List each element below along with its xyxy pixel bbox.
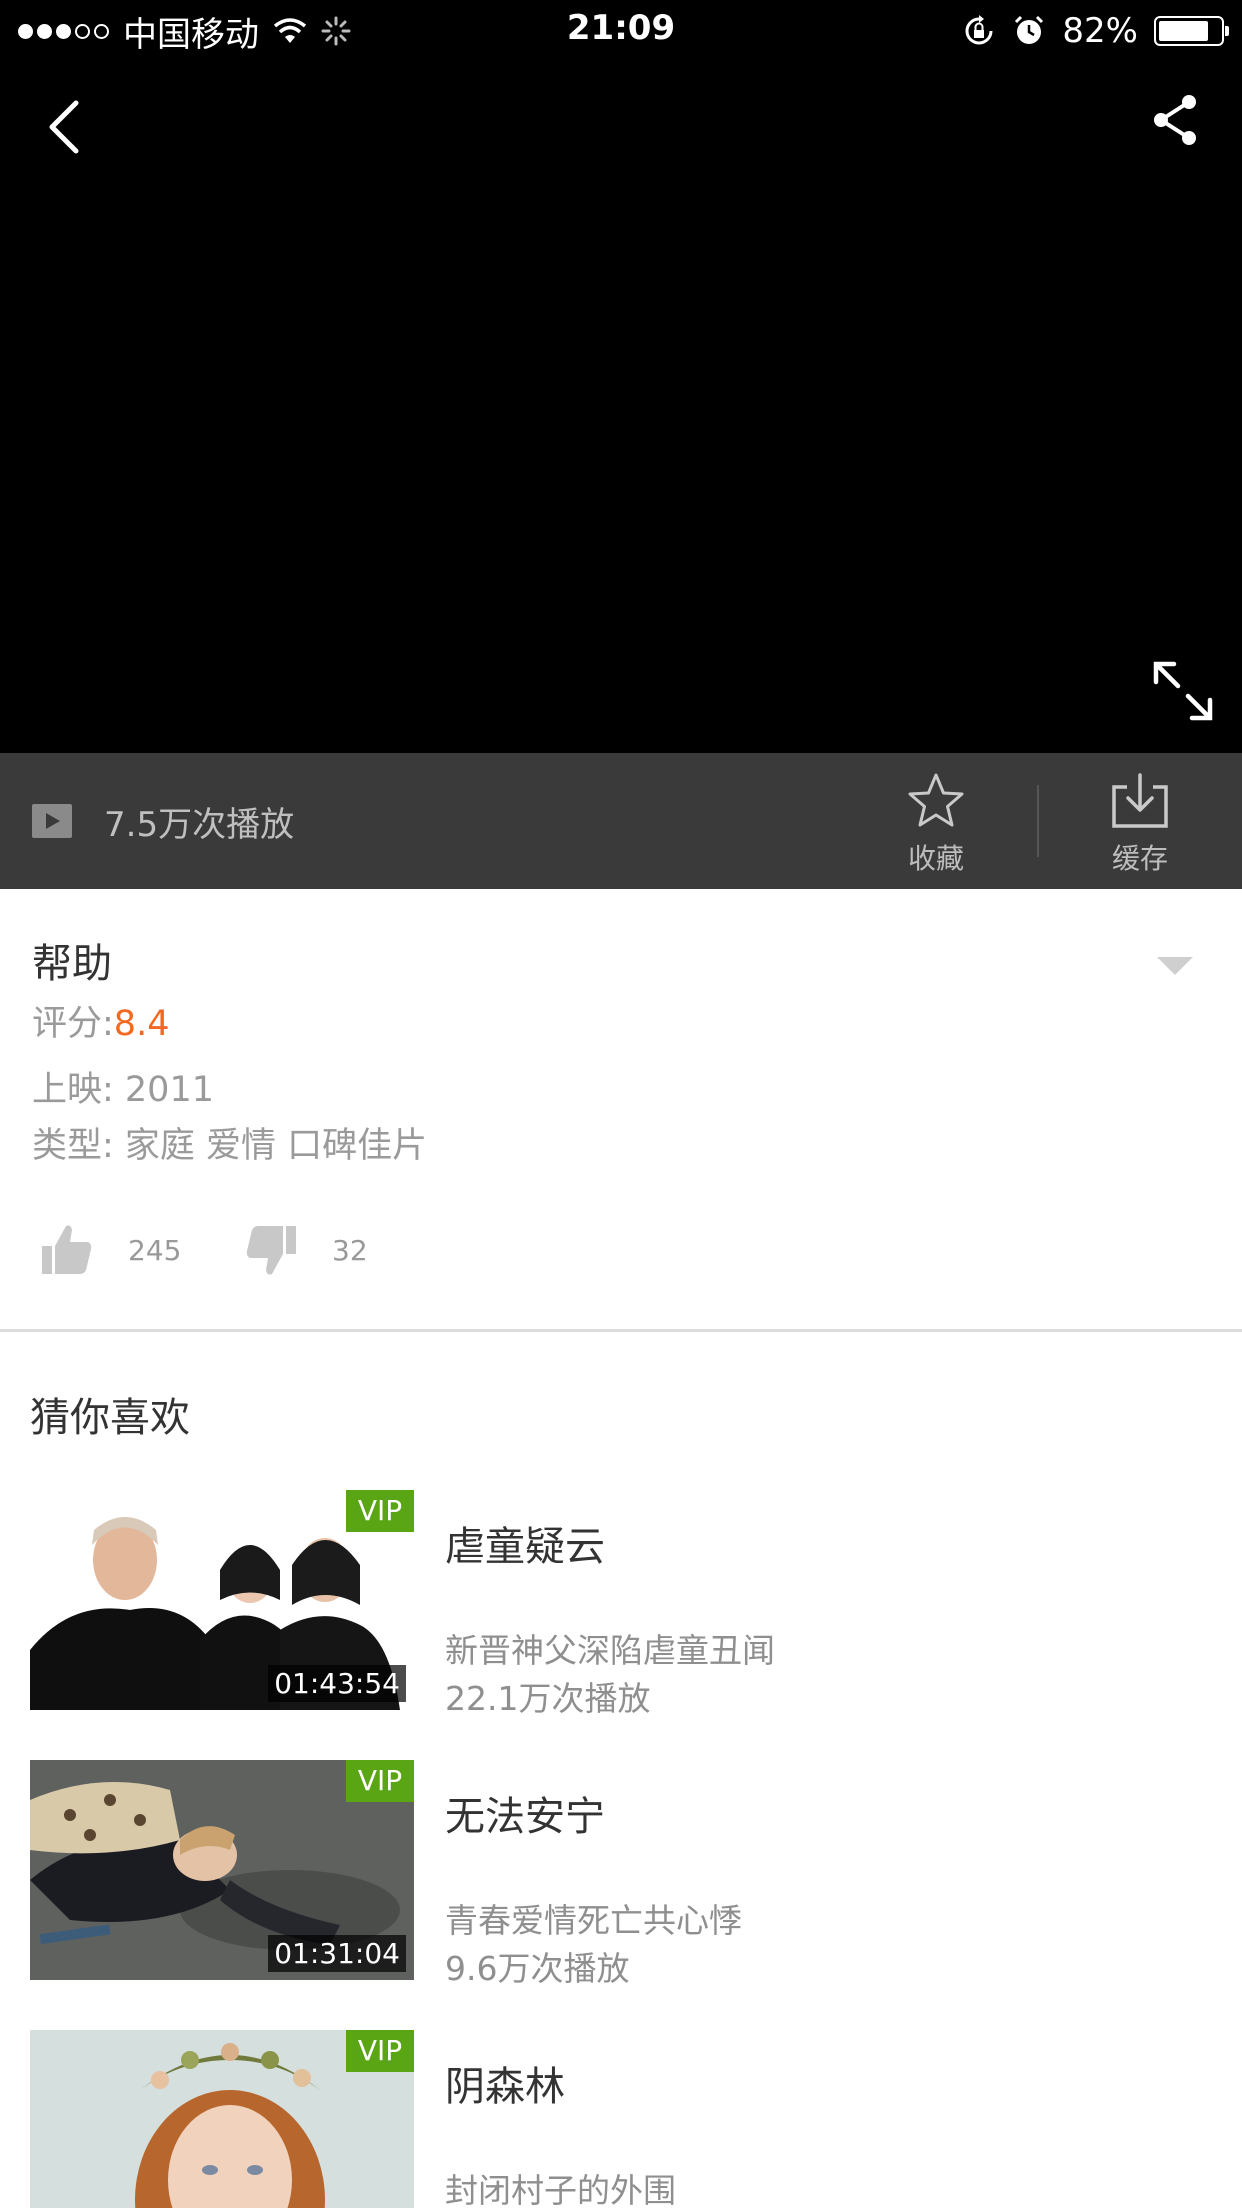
status-bar: 中国移动 21:09 82% [0,0,1242,62]
recommendation-item[interactable]: VIP 01:31:04 无法安宁 青春爱情死亡共心悸 9.6万次播放 [0,1760,1242,1988]
back-button[interactable] [36,95,96,155]
status-right: 82% [962,8,1229,54]
expand-details-icon[interactable] [1157,957,1193,975]
video-title: 帮助 [32,941,112,987]
favorite-button[interactable]: 收藏 [876,771,996,881]
video-duration: 01:43:54 [268,1665,406,1702]
alarm-clock-icon [1015,15,1044,44]
video-thumbnail[interactable]: VIP [30,2030,414,2208]
chevron-left-icon [49,100,79,154]
download-icon [1112,773,1168,828]
star-icon [908,773,964,827]
action-bar: 7.5万次播放 收藏 缓存 [0,753,1242,889]
video-duration: 01:31:04 [268,1935,406,1972]
fullscreen-icon [1153,661,1213,721]
recommendation-play-count: 9.6万次播放 [445,1949,630,1988]
like-count: 245 [128,1233,182,1267]
video-player[interactable]: 中国移动 21:09 82% [0,0,1242,753]
thumbs-down-icon [246,1226,296,1275]
score-row: 评分:8.4 [32,995,169,1046]
release-year: 上映: 2011 [32,1070,214,1110]
like-button[interactable]: 245 [40,1215,181,1285]
share-icon [1154,95,1196,145]
recommendation-title: 无法安宁 [445,1794,605,1840]
dislike-count: 32 [332,1233,368,1267]
recommendation-description: 新晋神父深陷虐童丑闻 [445,1631,775,1670]
video-thumbnail[interactable]: VIP 01:31:04 [30,1760,414,1980]
recommendation-item[interactable]: VIP 01:43:54 虐童疑云 新晋神父深陷虐童丑闻 22.1万次播放 [0,1490,1242,1718]
recommendation-item[interactable]: VIP 阴森林 封闭村子的外围 [0,2030,1242,2208]
battery-icon [1154,16,1229,46]
recommendation-title: 阴森林 [445,2064,565,2110]
score-label: 评分: [32,1004,114,1044]
recommendation-description: 封闭村子的外围 [445,2171,676,2208]
vip-badge: VIP [346,2030,414,2072]
fullscreen-button[interactable] [1150,658,1216,724]
play-count: 7.5万次播放 [32,793,294,849]
favorite-label: 收藏 [907,842,964,875]
genre-tags: 类型: 家庭 爱情 口碑佳片 [32,1126,428,1166]
play-count-icon [32,804,72,838]
video-details: 帮助 评分:8.4 上映: 2011 类型: 家庭 爱情 口碑佳片 245 32 [0,889,1242,1331]
thumbs-up-icon [42,1225,92,1274]
recommendation-title: 虐童疑云 [445,1524,605,1570]
vip-badge: VIP [346,1760,414,1802]
battery-fill [1159,21,1209,41]
recommendation-play-count: 22.1万次播放 [445,1679,651,1718]
share-button[interactable] [1145,90,1205,150]
cache-label: 缓存 [1111,842,1168,875]
section-divider [0,1329,1242,1332]
recommendations-title: 猜你喜欢 [30,1395,190,1441]
battery-percentage: 82% [1062,11,1138,51]
recommendation-description: 青春爱情死亡共心悸 [445,1901,742,1940]
cache-button[interactable]: 缓存 [1080,771,1200,881]
vip-badge: VIP [346,1490,414,1532]
video-thumbnail[interactable]: VIP 01:43:54 [30,1490,414,1710]
rotation-lock-icon [965,15,993,45]
score-value: 8.4 [113,1004,170,1044]
play-count-label: 7.5万次播放 [104,804,295,845]
action-divider [1037,785,1039,857]
dislike-button[interactable]: 32 [244,1215,368,1285]
